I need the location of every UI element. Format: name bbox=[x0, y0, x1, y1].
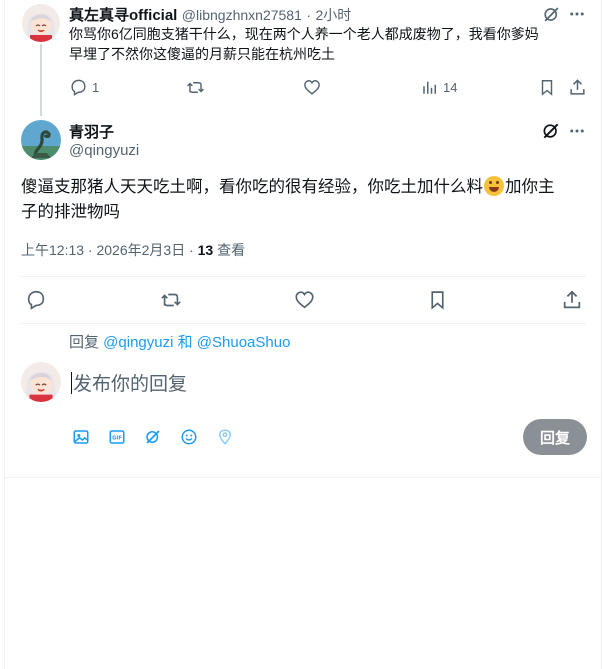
parent-reply-action[interactable]: 1 bbox=[69, 78, 99, 97]
divider bbox=[20, 323, 586, 324]
main-text-part1: 傻逼支那猪人天天吃土啊，看你吃的很有经验，你吃土加什么料 bbox=[21, 178, 483, 196]
parent-views-action[interactable]: 14 bbox=[421, 78, 457, 96]
bookmark-icon[interactable] bbox=[427, 289, 448, 311]
grok-icon[interactable] bbox=[144, 428, 162, 446]
parent-time[interactable]: 2小时 bbox=[315, 7, 351, 23]
main-avatar[interactable] bbox=[21, 120, 61, 160]
composer-avatar[interactable] bbox=[21, 362, 61, 402]
reply-icon[interactable] bbox=[25, 289, 47, 311]
svg-text:GIF: GIF bbox=[112, 436, 122, 442]
location-icon[interactable] bbox=[216, 428, 234, 446]
thread-line bbox=[40, 44, 42, 116]
main-text-line2: 子的排泄物吗 bbox=[21, 203, 120, 221]
grok-icon[interactable] bbox=[540, 120, 562, 142]
reply-placeholder: 发布你的回复 bbox=[73, 374, 188, 395]
parent-tweet-text: 你骂你6亿同胞支猪干什么，现在两个人养一个老人都成废物了，我看你爹妈 早埋了不然… bbox=[69, 24, 589, 64]
more-icon[interactable] bbox=[567, 4, 587, 24]
like-icon[interactable] bbox=[293, 289, 316, 311]
divider bbox=[5, 477, 602, 478]
parent-handle[interactable]: @libngzhnxn27581 bbox=[182, 7, 302, 23]
parent-view-count: 14 bbox=[443, 79, 458, 95]
views-label: 查看 bbox=[213, 242, 246, 258]
replying-prefix: 回复 bbox=[69, 334, 104, 351]
parent-reply-count: 1 bbox=[92, 80, 100, 95]
share-icon[interactable] bbox=[568, 78, 587, 97]
more-icon[interactable] bbox=[567, 120, 587, 142]
text-caret bbox=[71, 372, 72, 394]
bookmark-icon[interactable] bbox=[538, 78, 556, 97]
replying-to: 回复 @qingyuzi 和 @ShuoaShuo bbox=[69, 331, 290, 352]
main-text-part2: 加你主 bbox=[505, 178, 555, 196]
main-tweet-text: 傻逼支那猪人天天吃土啊，看你吃的很有经验，你吃土加什么料 加你主 子的排泄物吗 bbox=[21, 175, 581, 225]
image-icon[interactable] bbox=[72, 428, 90, 446]
retweet-icon[interactable] bbox=[185, 78, 206, 97]
grok-icon[interactable] bbox=[541, 4, 561, 24]
tweet-metadata: 上午12:13 · 2026年2月3日 · 13 查看 bbox=[21, 240, 245, 260]
replying-mention-qingyuzi[interactable]: @qingyuzi bbox=[103, 334, 173, 351]
replying-conjunction: 和 bbox=[173, 334, 197, 351]
gif-icon[interactable]: GIF bbox=[108, 428, 126, 446]
main-display-name[interactable]: 青羽子 bbox=[69, 121, 114, 142]
share-icon[interactable] bbox=[561, 289, 583, 311]
divider bbox=[20, 276, 586, 277]
reply-icon bbox=[69, 78, 88, 97]
views-number: 13 bbox=[197, 242, 214, 258]
parent-display-name[interactable]: 真左真寻official bbox=[69, 7, 177, 24]
parent-text-line1: 你骂你6亿同胞支猪干什么，现在两个人养一个老人都成废物了，我看你爹妈 bbox=[69, 26, 539, 42]
reply-button[interactable]: 回复 bbox=[523, 419, 587, 455]
parent-text-line2: 早埋了不然你这傻逼的月薪只能在杭州吃土 bbox=[69, 46, 335, 62]
emoji-icon[interactable] bbox=[180, 428, 198, 446]
parent-avatar[interactable] bbox=[22, 4, 60, 42]
retweet-icon[interactable] bbox=[159, 289, 183, 311]
tweet-timestamp[interactable]: 上午12:13 · 2026年2月3日 · bbox=[21, 242, 198, 258]
parent-header: 真左真寻official @libngzhnxn27581 · 2小时 bbox=[69, 4, 351, 25]
reply-input[interactable]: 发布你的回复 bbox=[71, 369, 187, 396]
like-icon[interactable] bbox=[302, 78, 322, 97]
views-icon bbox=[421, 78, 439, 96]
separator-dot: · bbox=[306, 7, 312, 23]
replying-mention-shuoashuo[interactable]: @ShuoaShuo bbox=[197, 334, 291, 351]
grinning-emoji-icon bbox=[484, 176, 504, 196]
main-handle[interactable]: @qingyuzi bbox=[69, 142, 139, 159]
